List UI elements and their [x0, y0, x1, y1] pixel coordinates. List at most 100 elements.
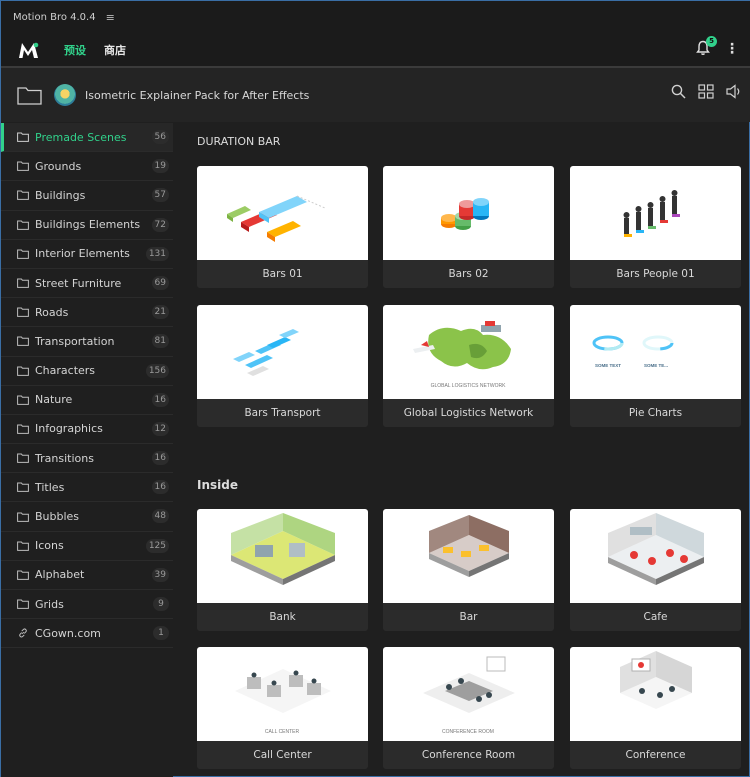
link-icon — [19, 628, 27, 638]
sidebar-item-count: 125 — [145, 538, 169, 553]
sidebar-item-count: 56 — [151, 130, 169, 144]
preset-card-bars-01[interactable]: Bars 01 — [197, 166, 368, 288]
card-thumbnail: GLOBAL LOGISTICS NETWORK — [383, 305, 554, 399]
grid-view-icon[interactable] — [698, 84, 714, 99]
folder-icon — [17, 190, 29, 201]
sidebar-item[interactable]: Characters 156 — [1, 357, 173, 386]
hamburger-icon[interactable]: ≡ — [106, 11, 115, 24]
search-icon[interactable] — [671, 84, 686, 99]
card-thumbnail: CALL CENTER — [197, 647, 368, 741]
sidebar-item[interactable]: Buildings 57 — [1, 181, 173, 211]
sidebar-item[interactable]: Interior Elements 131 — [1, 240, 173, 269]
folder-icon[interactable] — [17, 85, 42, 105]
sidebar-item[interactable]: Transportation 81 — [1, 327, 173, 357]
pie-charts-illustration: SOME TEXT SOME TE... — [592, 335, 674, 368]
folder-icon — [17, 249, 29, 259]
sidebar-item[interactable]: Icons 125 — [1, 532, 173, 561]
tab-store[interactable]: 商店 — [104, 36, 126, 64]
thumb-caption: CALL CENTER — [265, 729, 300, 735]
sidebar-item-label: Premade Scenes — [35, 130, 127, 144]
card-thumbnail — [570, 647, 741, 741]
preset-card-bars-02[interactable]: Bars 02 — [383, 166, 554, 288]
thumb-caption: GLOBAL LOGISTICS NETWORK — [431, 383, 506, 389]
call-center-illustration: CALL CENTER — [235, 669, 331, 735]
sidebar-item[interactable]: CGown.com 1 — [1, 619, 173, 649]
preset-card-bars-transport[interactable]: Bars Transport — [197, 305, 368, 427]
folder-icon — [17, 395, 29, 405]
sidebar-item-label: Icons — [35, 539, 64, 553]
sidebar-item-label: Grids — [35, 597, 64, 611]
sidebar-item-count: 69 — [151, 275, 169, 290]
conference-illustration — [620, 651, 692, 709]
more-options-icon[interactable]: ⋮ — [725, 41, 739, 57]
card-thumbnail — [570, 166, 741, 260]
sidebar-item-label: Street Furniture — [35, 276, 122, 290]
sidebar-item-label: Characters — [35, 364, 96, 378]
sidebar-item-count: 1 — [153, 626, 169, 641]
folder-icon — [17, 336, 29, 347]
preset-card-conference-room[interactable]: CONFERENCE ROOM Conference Room — [383, 647, 554, 769]
folder-icon — [17, 424, 29, 434]
cylinders-illustration — [441, 198, 489, 230]
sidebar-item[interactable]: Premade Scenes 56 — [1, 123, 173, 153]
sidebar-item[interactable]: Buildings Elements 72 — [1, 211, 173, 240]
top-bar: 预设 商店 5 ⋮ — [1, 34, 750, 66]
folder-icon — [17, 278, 29, 288]
preset-gallery: DURATION BAR Bars 01 Bars 02 Bars People… — [181, 123, 750, 777]
preset-card-pie-charts[interactable]: SOME TEXT SOME TE... Pie Charts — [570, 305, 741, 427]
category-sidebar: Premade Scenes 56 Grounds 19 Buildings 57 Buil… — [1, 123, 173, 777]
sidebar-item-label: Roads — [35, 305, 69, 319]
sidebar-item-count: 131 — [145, 246, 169, 261]
pack-header: Isometric Explainer Pack for After Effec… — [1, 68, 750, 122]
bars-illustration — [227, 195, 326, 242]
sidebar-item-label: Buildings — [35, 188, 86, 202]
card-label: Bar — [459, 611, 478, 623]
pack-avatar — [54, 84, 76, 106]
sidebar-item[interactable]: Street Furniture 69 — [1, 269, 173, 299]
card-thumbnail — [383, 509, 554, 603]
preset-card-bars-people-01[interactable]: Bars People 01 — [570, 166, 741, 288]
sidebar-item-label: Transitions — [35, 451, 94, 465]
sidebar-item[interactable]: Grounds 19 — [1, 152, 173, 182]
card-thumbnail: SOME TEXT SOME TE... — [570, 305, 741, 399]
sidebar-item-count: 57 — [151, 188, 169, 203]
sidebar-item-count: 16 — [151, 480, 169, 495]
cafe-interior-illustration — [608, 513, 704, 585]
section-title-inside: Inside — [197, 478, 238, 492]
folder-icon — [17, 132, 29, 142]
folder-icon — [17, 307, 29, 318]
conference-room-illustration: CONFERENCE ROOM — [423, 656, 515, 735]
sidebar-item-label: Buildings Elements — [35, 218, 141, 232]
notifications-button[interactable]: 5 — [695, 36, 717, 58]
sidebar-item[interactable]: Bubbles 48 — [1, 502, 173, 532]
card-label: Cafe — [643, 611, 668, 623]
card-thumbnail — [197, 509, 368, 603]
preset-card-cafe[interactable]: Cafe — [570, 509, 741, 631]
thumb-caption-right: SOME TE... — [644, 363, 668, 368]
sidebar-item[interactable]: Roads 21 — [1, 298, 173, 328]
pack-title: Isometric Explainer Pack for After Effec… — [85, 88, 310, 102]
sidebar-item-label: Alphabet — [35, 568, 85, 582]
sidebar-item[interactable]: Grids 9 — [1, 590, 173, 620]
sidebar-item-count: 156 — [145, 363, 169, 378]
folder-icon — [17, 161, 29, 172]
world-map-illustration: GLOBAL LOGISTICS NETWORK — [413, 321, 511, 389]
sidebar-item[interactable]: Infographics 12 — [1, 415, 173, 445]
volume-icon[interactable] — [726, 84, 743, 99]
sidebar-item-count: 81 — [151, 334, 169, 349]
sidebar-item[interactable]: Titles 16 — [1, 473, 173, 503]
sidebar-item[interactable]: Alphabet 39 — [1, 561, 173, 590]
preset-card-call-center[interactable]: CALL CENTER Call Center — [197, 647, 368, 769]
preset-card-bank[interactable]: Bank — [197, 509, 368, 631]
sidebar-item-label: Bubbles — [35, 510, 80, 524]
sidebar-item[interactable]: Nature 16 — [1, 386, 173, 415]
preset-card-bar[interactable]: Bar — [383, 509, 554, 631]
card-thumbnail — [570, 509, 741, 603]
card-label: Bars 01 — [262, 268, 303, 280]
app-title: Motion Bro 4.0.4 — [13, 12, 96, 23]
preset-card-global-logistics-network[interactable]: GLOBAL LOGISTICS NETWORK Global Logistic… — [383, 305, 554, 427]
sidebar-item-count: 39 — [151, 567, 169, 582]
preset-card-conference[interactable]: Conference — [570, 647, 741, 769]
tab-presets[interactable]: 预设 — [64, 36, 86, 64]
sidebar-item[interactable]: Transitions 16 — [1, 444, 173, 474]
